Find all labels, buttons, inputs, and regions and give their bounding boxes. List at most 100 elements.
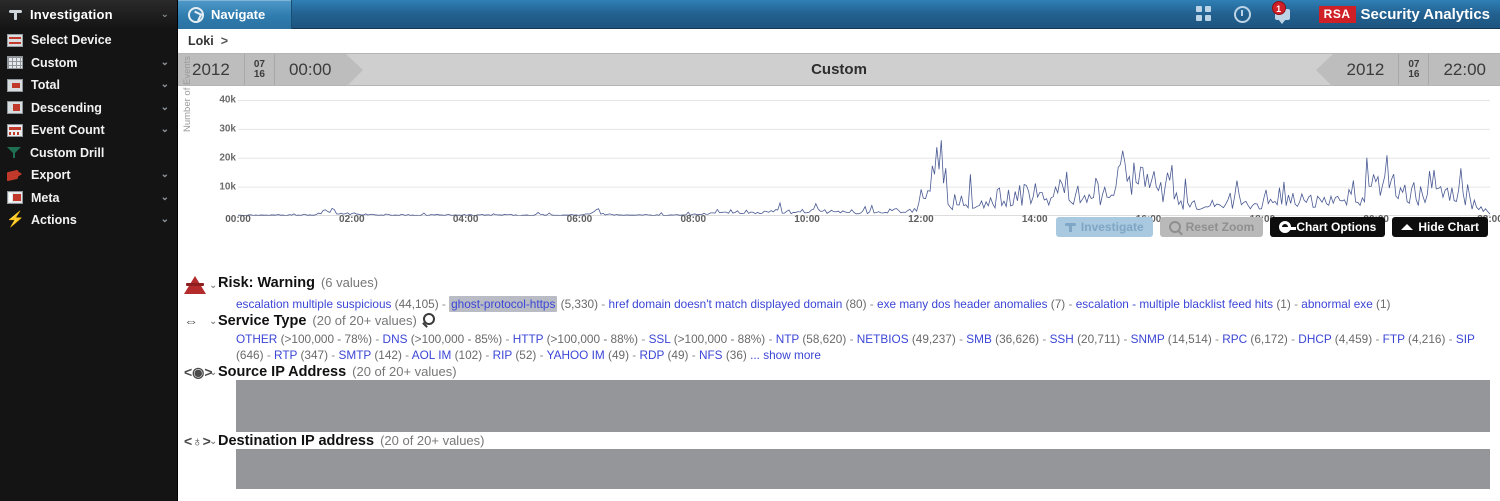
chevron-down-icon[interactable]: ⌄ bbox=[161, 102, 169, 113]
chevron-down-icon[interactable]: ⌄ bbox=[161, 125, 169, 135]
meta-value-link[interactable]: SIP bbox=[1456, 332, 1475, 346]
meta-value-link[interactable]: exe many dos header anomalies bbox=[877, 297, 1048, 311]
value-separator: - bbox=[1290, 297, 1302, 311]
chevron-down-icon[interactable]: ⌄ bbox=[161, 57, 169, 68]
redacted-values-block bbox=[236, 449, 1490, 489]
meta-value-link[interactable]: ghost-protocol-https bbox=[449, 296, 558, 312]
chevron-down-icon[interactable]: ⌄ bbox=[161, 215, 169, 225]
sidebar-item-total[interactable]: Total ⌄ bbox=[0, 74, 177, 97]
meta-value-link[interactable]: RDP bbox=[640, 348, 665, 362]
meta-value-link[interactable]: DNS bbox=[383, 332, 408, 346]
chart-y-tick: 40k bbox=[219, 94, 236, 106]
chart-options-button[interactable]: Chart Options bbox=[1270, 217, 1386, 237]
sidebar-item-meta[interactable]: Meta ⌄ bbox=[0, 187, 177, 210]
end-year[interactable]: 2012 bbox=[1333, 54, 1400, 85]
sidebar-item-label: Descending bbox=[31, 100, 102, 115]
meta-value-link[interactable]: NTP bbox=[776, 332, 799, 346]
meta-value-link[interactable]: escalation - multiple blacklist feed hit… bbox=[1076, 297, 1273, 311]
meta-value-link[interactable]: abnormal exe bbox=[1301, 297, 1372, 311]
sidebar-item-descending[interactable]: Descending ⌄ bbox=[0, 97, 177, 120]
meta-value-link[interactable]: RIP bbox=[493, 348, 512, 362]
meta-value-link[interactable]: RPC bbox=[1222, 332, 1247, 346]
end-time[interactable]: 22:00 bbox=[1429, 54, 1500, 85]
tab-navigate-label: Navigate bbox=[211, 7, 266, 22]
sidebar-item-export[interactable]: Export ⌄ bbox=[0, 164, 177, 187]
meta-value-link[interactable]: DHCP bbox=[1298, 332, 1331, 346]
meta-value-link[interactable]: SMB bbox=[966, 332, 992, 346]
meta-values-list: escalation multiple suspicious (44,105) … bbox=[178, 294, 1500, 312]
time-range-start[interactable]: 2012 07 16 00:00 bbox=[178, 54, 346, 85]
sidebar-item-label: Event Count bbox=[31, 123, 105, 138]
meta-value-count: (>100,000 - 88%) bbox=[670, 332, 766, 346]
total-icon bbox=[7, 78, 23, 92]
meta-value-link[interactable]: YAHOO IM bbox=[547, 348, 605, 362]
end-date[interactable]: 07 16 bbox=[1399, 54, 1430, 85]
chevron-down-icon[interactable]: ⌄ bbox=[161, 192, 169, 203]
meta-section-icon[interactable]: <◉> ⌄ bbox=[178, 363, 218, 379]
value-separator: - bbox=[1039, 332, 1050, 346]
reset-zoom-label: Reset Zoom bbox=[1185, 220, 1255, 234]
breadcrumb-separator: > bbox=[220, 34, 229, 48]
top-bar-spacer bbox=[292, 0, 1196, 28]
chevron-down-icon[interactable]: ⌄ bbox=[209, 280, 217, 291]
value-separator: - bbox=[629, 348, 640, 362]
grid-icon[interactable] bbox=[1195, 6, 1212, 22]
sidebar-item-custom[interactable]: Custom ⌄ bbox=[0, 52, 177, 75]
app-menu-investigation[interactable]: Investigation ⌄ bbox=[0, 0, 178, 29]
meta-value-link[interactable]: SMTP bbox=[339, 348, 372, 362]
meta-section-title: Destination IP address bbox=[218, 433, 375, 449]
clock-icon[interactable] bbox=[1233, 5, 1251, 23]
breadcrumb-item-loki[interactable]: Loki bbox=[188, 34, 214, 48]
meta-section-header: <♁> ⌄ Destination IP address (20 of 20+ val… bbox=[178, 432, 1500, 449]
sidebar-item-label: Custom Drill bbox=[30, 145, 105, 160]
meta-section-icon[interactable]: <♁> ⌄ bbox=[178, 432, 218, 448]
meta-value-link[interactable]: AOL IM bbox=[412, 348, 452, 362]
meta-value-link[interactable]: href domain doesn't match displayed doma… bbox=[609, 297, 843, 311]
investigate-button[interactable]: Investigate bbox=[1055, 217, 1153, 237]
meta-value-count: (7) bbox=[1047, 297, 1066, 311]
search-icon[interactable] bbox=[422, 313, 435, 325]
meta-value-link[interactable]: SSL bbox=[649, 332, 671, 346]
meta-value-link[interactable]: NETBIOS bbox=[857, 332, 909, 346]
meta-value-link[interactable]: NFS bbox=[699, 348, 723, 362]
brand-text: Security Analytics bbox=[1360, 5, 1491, 23]
meta-value-link[interactable]: HTTP bbox=[513, 332, 544, 346]
meta-section-title-wrap: Risk: Warning (6 values) bbox=[218, 274, 378, 291]
reset-zoom-button[interactable]: Reset Zoom bbox=[1159, 217, 1264, 237]
sidebar-item-select-device[interactable]: Select Device bbox=[0, 29, 177, 52]
meta-value-link[interactable]: SSH bbox=[1050, 332, 1074, 346]
start-time[interactable]: 00:00 bbox=[275, 54, 346, 85]
meta-section-icon[interactable]: ⇔ ⌄ bbox=[178, 312, 218, 328]
meta-value-link[interactable]: escalation multiple suspicious bbox=[236, 297, 391, 311]
chart-y-tick: 30k bbox=[219, 123, 236, 135]
notification-icon[interactable]: 1 bbox=[1271, 1, 1293, 24]
meta-value-link[interactable]: RTP bbox=[274, 348, 297, 362]
chevron-down-icon[interactable]: ⌄ bbox=[209, 316, 217, 327]
meta-section-icon[interactable]: ⌄ bbox=[178, 274, 218, 294]
compass-icon bbox=[188, 6, 204, 23]
sidebar-item-event-count[interactable]: Event Count ⌄ bbox=[0, 119, 177, 142]
sidebar-item-custom-drill[interactable]: Custom Drill bbox=[0, 142, 177, 165]
start-month: 07 bbox=[253, 58, 265, 70]
chart-plot-area[interactable] bbox=[238, 86, 1490, 216]
tab-navigate[interactable]: Navigate bbox=[178, 0, 292, 29]
pin-icon bbox=[8, 7, 23, 22]
chevron-down-icon[interactable]: ⌄ bbox=[161, 9, 169, 20]
meta-section-title-wrap: Destination IP address (20 of 20+ values) bbox=[218, 432, 485, 449]
brand-logo: RSA Security Analytics bbox=[1315, 5, 1491, 23]
start-date[interactable]: 07 16 bbox=[245, 54, 275, 85]
meta-value-link[interactable]: OTHER bbox=[236, 332, 277, 346]
chevron-down-icon[interactable]: ⌄ bbox=[161, 80, 169, 90]
meta-value-link[interactable]: SNMP bbox=[1131, 332, 1165, 346]
meta-icon bbox=[7, 191, 23, 205]
events-chart[interactable]: Number of Events 10k 20k 30k 40k 00:00 02:00… bbox=[178, 56, 1500, 241]
value-separator: - bbox=[536, 348, 547, 362]
chevron-down-icon[interactable]: ⌄ bbox=[161, 170, 169, 180]
value-separator: - bbox=[482, 348, 493, 362]
meta-value-link[interactable]: FTP bbox=[1383, 332, 1405, 346]
sidebar-item-actions[interactable]: Actions ⌄ bbox=[0, 209, 177, 232]
time-range-end[interactable]: 2012 07 16 22:00 bbox=[1332, 54, 1500, 85]
chart-y-axis-ticks: 10k 20k 30k 40k bbox=[196, 86, 236, 216]
show-more-link[interactable]: ... show more bbox=[747, 348, 821, 362]
hide-chart-button[interactable]: Hide Chart bbox=[1392, 217, 1488, 237]
